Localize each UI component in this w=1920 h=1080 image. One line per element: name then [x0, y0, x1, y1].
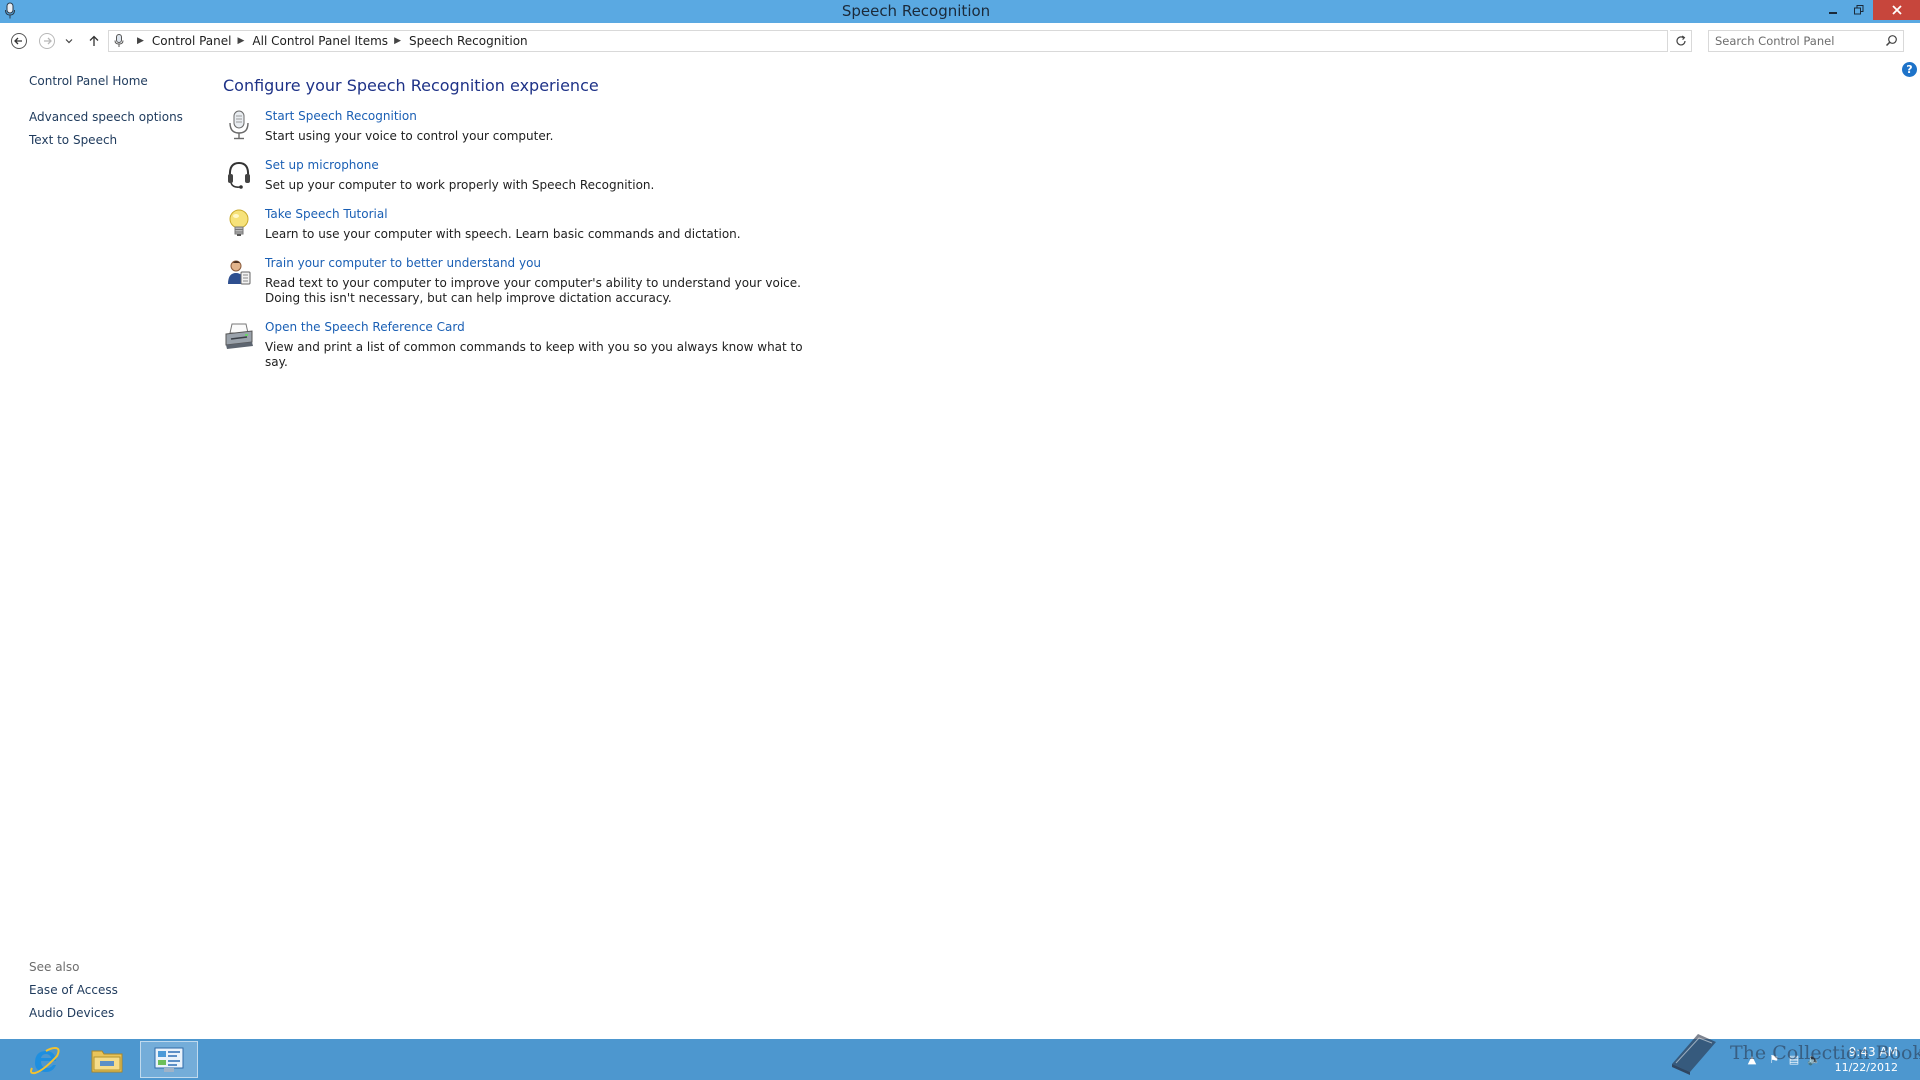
restore-button[interactable] [1846, 0, 1872, 20]
advanced-speech-options-link[interactable]: Advanced speech options [29, 110, 183, 124]
breadcrumb: ▶ Control Panel ▶ All Control Panel Item… [131, 31, 528, 51]
up-arrow-icon [89, 35, 99, 46]
minimize-icon [1829, 12, 1837, 14]
title-bar: Speech Recognition [0, 0, 1920, 23]
chevron-right-icon[interactable]: ▶ [238, 36, 245, 46]
minimize-button[interactable] [1820, 0, 1846, 20]
task-description: Read text to your computer to improve yo… [265, 276, 801, 305]
see-also-label: See also [29, 960, 80, 974]
main-content: Configure your Speech Recognition experi… [223, 76, 1123, 369]
breadcrumb-control-panel[interactable]: Control Panel [152, 34, 232, 48]
action-center-flag-icon[interactable]: ⚑ [1766, 1051, 1782, 1067]
clock-date[interactable]: 11/22/2012 [1835, 1061, 1898, 1074]
control-panel-home-link[interactable]: Control Panel Home [29, 74, 148, 88]
headset-icon [228, 161, 250, 189]
lightbulb-icon [229, 209, 249, 236]
address-row: ▶ Control Panel ▶ All Control Panel Item… [0, 28, 1920, 54]
clock-time[interactable]: 9:43 AM [1849, 1045, 1898, 1059]
user-train-icon [228, 260, 251, 285]
task-description: Set up your computer to work properly wi… [265, 178, 655, 192]
set-up-microphone-link[interactable]: Set up microphone [265, 158, 379, 172]
task-description: Learn to use your computer with speech. … [265, 227, 741, 241]
taskbar: ▲ ⚑ ▤ 🔈 9:43 AM 11/22/2012 [0, 1039, 1920, 1080]
close-button[interactable] [1873, 0, 1920, 20]
refresh-button[interactable] [1670, 30, 1692, 52]
control-panel-icon [154, 1047, 184, 1072]
volume-icon[interactable]: 🔈 [1806, 1051, 1822, 1067]
take-speech-tutorial-link[interactable]: Take Speech Tutorial [265, 207, 388, 221]
search-box[interactable] [1708, 30, 1904, 52]
restore-icon [1854, 5, 1864, 15]
printer-icon [225, 323, 253, 349]
help-icon[interactable]: ? [1902, 62, 1917, 77]
audio-devices-link[interactable]: Audio Devices [29, 1006, 114, 1020]
taskbar-file-explorer[interactable] [78, 1041, 136, 1078]
refresh-icon [1675, 35, 1686, 46]
back-button[interactable] [8, 30, 30, 52]
chevron-right-icon[interactable]: ▶ [394, 36, 401, 46]
window-title: Speech Recognition [841, 2, 991, 20]
network-icon[interactable]: ▤ [1786, 1051, 1802, 1067]
system-tray: ▲ ⚑ ▤ 🔈 9:43 AM 11/22/2012 [1730, 1039, 1920, 1080]
up-button[interactable] [83, 30, 105, 52]
internet-explorer-icon [30, 1046, 60, 1074]
recent-locations-button[interactable] [62, 30, 76, 52]
forward-button[interactable] [36, 30, 58, 52]
close-icon [1891, 5, 1902, 15]
forward-arrow-icon [39, 33, 55, 49]
microphone-icon [229, 110, 249, 140]
task-description: View and print a list of common commands… [265, 340, 803, 369]
address-bar[interactable]: ▶ Control Panel ▶ All Control Panel Item… [108, 30, 1767, 52]
taskbar-control-panel[interactable] [140, 1041, 198, 1078]
text-to-speech-link[interactable]: Text to Speech [29, 133, 117, 147]
search-input[interactable] [1709, 31, 1879, 51]
left-pane: Control Panel Home Advanced speech optio… [0, 60, 210, 1040]
open-speech-reference-card-link[interactable]: Open the Speech Reference Card [265, 320, 465, 334]
breadcrumb-all-items[interactable]: All Control Panel Items [252, 34, 388, 48]
ease-of-access-link[interactable]: Ease of Access [29, 983, 118, 997]
show-hidden-icons-icon[interactable]: ▲ [1744, 1051, 1760, 1067]
microphone-icon [114, 34, 124, 47]
page-title: Configure your Speech Recognition experi… [223, 76, 599, 95]
train-computer-link[interactable]: Train your computer to better understand… [265, 256, 541, 270]
taskbar-internet-explorer[interactable] [16, 1041, 74, 1078]
breadcrumb-speech-recognition[interactable]: Speech Recognition [409, 34, 528, 48]
chevron-right-icon[interactable]: ▶ [137, 36, 144, 46]
chevron-down-icon [65, 39, 73, 44]
back-arrow-icon [11, 33, 27, 49]
start-speech-recognition-link[interactable]: Start Speech Recognition [265, 109, 417, 123]
task-description: Start using your voice to control your c… [265, 129, 554, 143]
search-icon[interactable] [1885, 34, 1898, 47]
file-explorer-icon [91, 1050, 123, 1072]
